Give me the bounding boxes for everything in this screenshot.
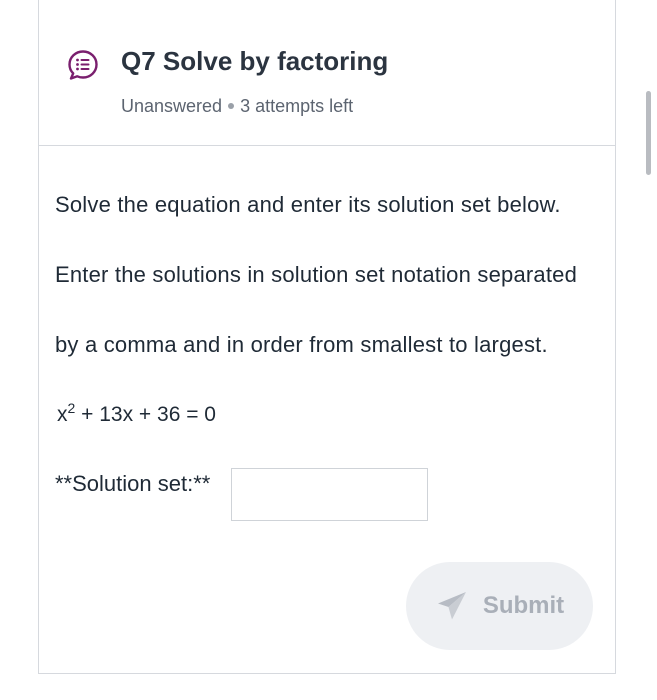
solution-set-label: **Solution set:** [55,471,211,496]
submit-label: Submit [482,592,565,619]
equation-squared-term: x2 [57,400,76,426]
question-card: Q7 Solve by factoring Unanswered 3 attemp… [38,0,616,674]
question-list-icon [67,49,99,81]
submit-button[interactable]: Submit [406,562,593,650]
question-status: Unanswered 3 attempts left [121,96,353,117]
question-title: Q7 Solve by factoring [121,46,389,76]
send-icon [435,589,469,623]
scrollbar-thumb[interactable] [646,91,651,175]
equation: x2 + 13x + 36 = 0 [57,400,216,427]
attempts-left: 3 attempts left [240,96,354,116]
solution-set-input[interactable] [231,468,428,521]
instruction-line-2: Enter the solutions in solution set nota… [55,262,578,287]
instruction-line-3: by a comma and in order from smallest to… [55,332,548,357]
question-header: Q7 Solve by factoring Unanswered 3 attemp… [39,0,615,146]
separator-dot [228,103,235,110]
instruction-line-1: Solve the equation and enter its solutio… [55,192,561,217]
answer-status: Unanswered [121,96,223,116]
equation-rest: + 13x + 36 = 0 [75,403,216,426]
